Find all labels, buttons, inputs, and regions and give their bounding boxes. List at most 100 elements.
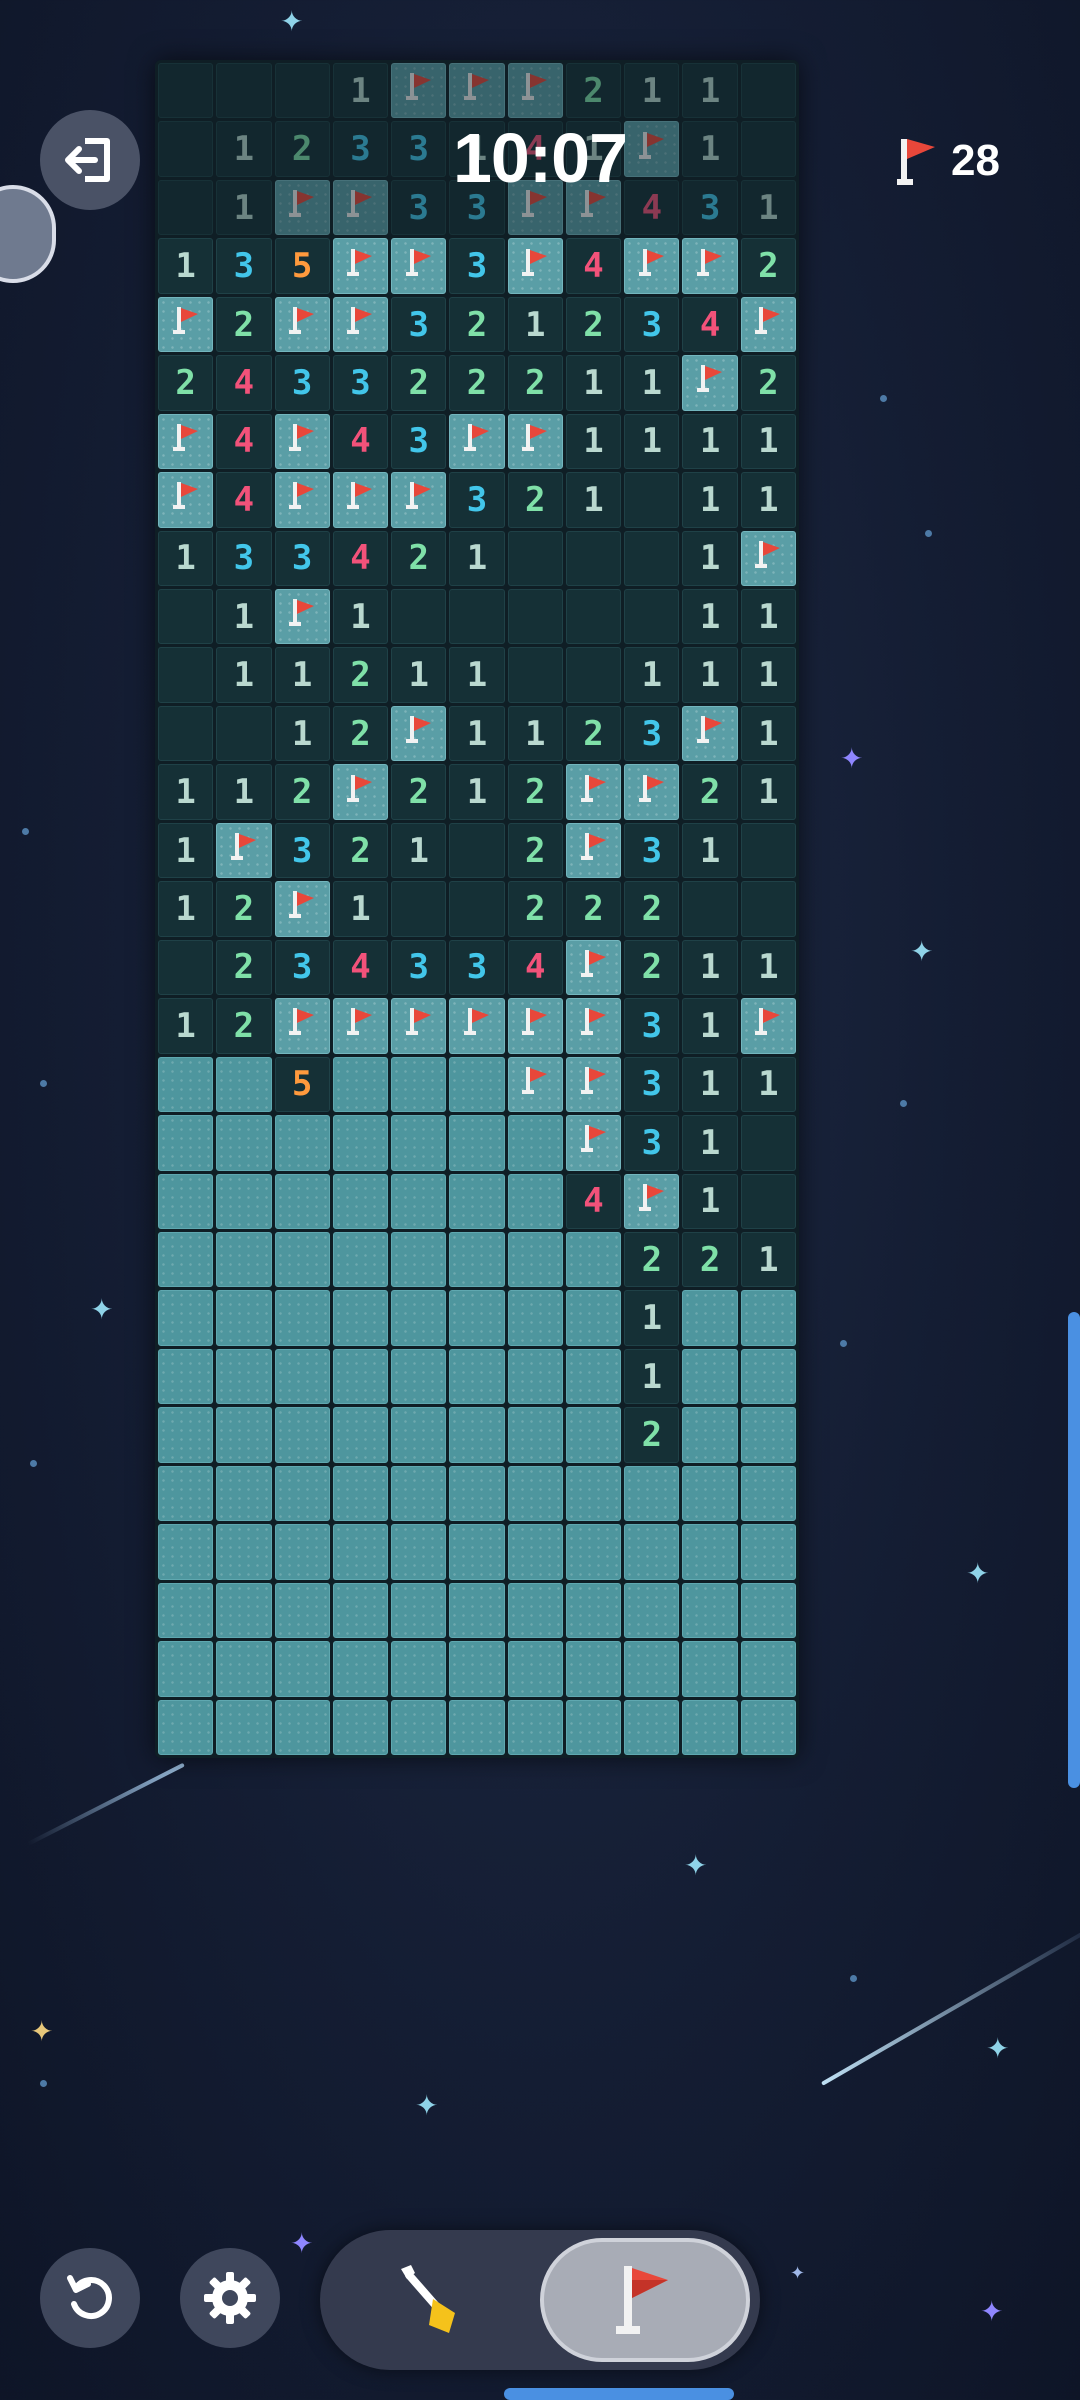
revealed-cell[interactable]: 2 (449, 355, 505, 411)
revealed-cell[interactable]: 2 (507, 764, 563, 820)
hidden-cell[interactable] (391, 1524, 447, 1580)
revealed-cell[interactable] (624, 472, 680, 528)
revealed-cell[interactable]: 2 (274, 764, 330, 820)
revealed-cell[interactable]: 3 (624, 296, 680, 353)
revealed-cell[interactable]: 2 (565, 63, 622, 119)
revealed-cell[interactable]: 2 (507, 355, 563, 411)
revealed-cell[interactable]: 3 (216, 238, 272, 294)
hidden-cell[interactable] (682, 1348, 738, 1405)
revealed-cell[interactable]: 1 (682, 822, 738, 879)
hidden-cell[interactable] (332, 1348, 389, 1405)
revealed-cell[interactable]: 1 (158, 764, 214, 820)
hidden-cell[interactable] (274, 1641, 330, 1697)
revealed-cell[interactable]: 2 (332, 705, 389, 762)
revealed-cell[interactable]: 4 (332, 939, 389, 996)
revealed-cell[interactable]: 2 (391, 355, 447, 411)
revealed-cell[interactable] (565, 647, 622, 703)
flagged-cell[interactable] (391, 472, 447, 528)
hidden-cell[interactable] (158, 1582, 214, 1639)
revealed-cell[interactable]: 3 (624, 1115, 680, 1171)
flag-mode-button[interactable] (540, 2238, 750, 2362)
hidden-cell[interactable] (216, 1407, 272, 1463)
revealed-cell[interactable] (740, 881, 796, 937)
flagged-cell[interactable] (565, 822, 622, 879)
hidden-cell[interactable] (391, 1641, 447, 1697)
revealed-cell[interactable]: 1 (740, 705, 796, 762)
hidden-cell[interactable] (449, 1407, 505, 1463)
revealed-cell[interactable]: 3 (274, 355, 330, 411)
dig-mode-button[interactable] (340, 2230, 520, 2370)
revealed-cell[interactable]: 3 (391, 296, 447, 353)
flagged-cell[interactable] (565, 939, 622, 996)
hidden-cell[interactable] (332, 1524, 389, 1580)
hidden-cell[interactable] (391, 1407, 447, 1463)
revealed-cell[interactable]: 1 (682, 647, 738, 703)
revealed-cell[interactable] (565, 530, 622, 587)
hidden-cell[interactable] (449, 1641, 505, 1697)
revealed-cell[interactable] (158, 589, 214, 645)
hidden-cell[interactable] (449, 1348, 505, 1405)
revealed-cell[interactable] (740, 1115, 796, 1171)
revealed-cell[interactable]: 3 (624, 822, 680, 879)
flagged-cell[interactable] (507, 63, 563, 119)
hidden-cell[interactable] (274, 1407, 330, 1463)
hidden-cell[interactable] (332, 1641, 389, 1697)
hidden-cell[interactable] (682, 1290, 738, 1346)
hidden-cell[interactable] (274, 1699, 330, 1755)
revealed-cell[interactable]: 1 (158, 238, 214, 294)
hidden-cell[interactable] (274, 1524, 330, 1580)
revealed-cell[interactable]: 4 (216, 472, 272, 528)
revealed-cell[interactable]: 2 (565, 705, 622, 762)
flagged-cell[interactable] (624, 764, 680, 820)
flagged-cell[interactable] (449, 998, 505, 1054)
revealed-cell[interactable]: 1 (682, 63, 738, 119)
hidden-cell[interactable] (332, 1407, 389, 1463)
revealed-cell[interactable]: 2 (740, 238, 796, 294)
revealed-cell[interactable]: 1 (565, 472, 622, 528)
revealed-cell[interactable]: 1 (449, 705, 505, 762)
revealed-cell[interactable] (682, 881, 738, 937)
hidden-cell[interactable] (449, 1465, 505, 1522)
hidden-cell[interactable] (332, 1173, 389, 1229)
revealed-cell[interactable]: 1 (682, 998, 738, 1054)
hidden-cell[interactable] (682, 1407, 738, 1463)
hidden-cell[interactable] (216, 1348, 272, 1405)
hidden-cell[interactable] (216, 1524, 272, 1580)
flagged-cell[interactable] (682, 238, 738, 294)
flagged-cell[interactable] (216, 822, 272, 879)
revealed-cell[interactable]: 3 (449, 472, 505, 528)
revealed-cell[interactable]: 1 (332, 63, 389, 119)
hidden-cell[interactable] (507, 1699, 563, 1755)
hidden-cell[interactable] (565, 1699, 622, 1755)
hidden-cell[interactable] (507, 1407, 563, 1463)
revealed-cell[interactable]: 1 (158, 530, 214, 587)
revealed-cell[interactable]: 1 (158, 881, 214, 937)
revealed-cell[interactable]: 1 (449, 764, 505, 820)
revealed-cell[interactable]: 4 (565, 1173, 622, 1229)
revealed-cell[interactable] (391, 589, 447, 645)
revealed-cell[interactable] (158, 63, 214, 119)
flagged-cell[interactable] (274, 296, 330, 353)
flagged-cell[interactable] (507, 1056, 563, 1113)
flagged-cell[interactable] (565, 1056, 622, 1113)
revealed-cell[interactable]: 4 (332, 413, 389, 470)
revealed-cell[interactable]: 1 (507, 296, 563, 353)
revealed-cell[interactable]: 1 (682, 530, 738, 587)
scrollbar[interactable] (1068, 1312, 1080, 1788)
minesweeper-board[interactable]: 1211123314111334311353422321234243322211… (155, 60, 799, 1758)
revealed-cell[interactable] (216, 63, 272, 119)
revealed-cell[interactable]: 4 (216, 413, 272, 470)
revealed-cell[interactable]: 3 (274, 822, 330, 879)
revealed-cell[interactable]: 3 (332, 355, 389, 411)
revealed-cell[interactable]: 1 (158, 998, 214, 1054)
revealed-cell[interactable] (740, 822, 796, 879)
revealed-cell[interactable]: 5 (274, 238, 330, 294)
revealed-cell[interactable]: 4 (507, 939, 563, 996)
revealed-cell[interactable]: 1 (158, 822, 214, 879)
hidden-cell[interactable] (391, 1465, 447, 1522)
hidden-cell[interactable] (507, 1582, 563, 1639)
hidden-cell[interactable] (565, 1465, 622, 1522)
revealed-cell[interactable]: 4 (682, 296, 738, 353)
hidden-cell[interactable] (158, 1641, 214, 1697)
hidden-cell[interactable] (274, 1465, 330, 1522)
